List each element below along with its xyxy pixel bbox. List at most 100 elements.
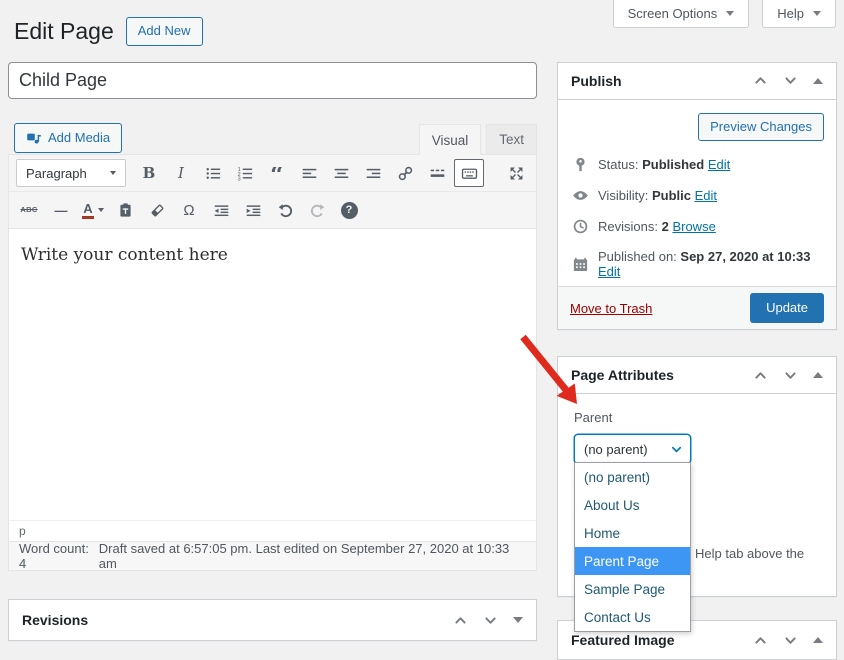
indent-button[interactable] xyxy=(238,196,268,224)
add-media-label: Add Media xyxy=(48,131,110,145)
screen-options-tab[interactable]: Screen Options xyxy=(613,0,750,28)
move-down-icon[interactable] xyxy=(783,368,798,383)
path-label[interactable]: p xyxy=(19,524,26,538)
page-attributes-panel-header[interactable]: Page Attributes xyxy=(558,357,836,394)
move-up-icon[interactable] xyxy=(753,368,768,383)
visibility-row: Visibility: Public Edit xyxy=(572,180,822,211)
format-select[interactable]: Paragraph xyxy=(16,159,126,187)
parent-select[interactable]: (no parent) xyxy=(574,434,691,464)
bold-button[interactable]: B xyxy=(134,159,164,187)
parent-option[interactable]: (no parent) xyxy=(575,463,690,491)
move-up-icon[interactable] xyxy=(753,73,768,88)
indent-icon xyxy=(245,202,262,219)
chevron-down-icon xyxy=(98,208,104,212)
parent-option[interactable]: Parent Page xyxy=(575,547,690,575)
move-to-trash-link[interactable]: Move to Trash xyxy=(570,301,652,316)
special-character-icon: Ω xyxy=(183,203,194,218)
browse-revisions-link[interactable]: Browse xyxy=(672,219,715,234)
align-center-button[interactable] xyxy=(326,159,356,187)
update-button[interactable]: Update xyxy=(750,293,824,323)
revisions-panel: Revisions xyxy=(8,599,537,641)
preview-changes-button[interactable]: Preview Changes xyxy=(698,113,824,141)
published-on-row: Published on: Sep 27, 2020 at 10:33 Edit xyxy=(572,242,822,286)
status-label: Status: xyxy=(598,157,638,172)
editor-toolbar-row-1: Paragraph BI “ xyxy=(9,155,536,191)
fullscreen-button[interactable] xyxy=(501,159,531,187)
parent-option[interactable]: About Us xyxy=(575,491,690,519)
eye-icon xyxy=(572,187,589,204)
redo-button[interactable] xyxy=(302,196,332,224)
help-label: Help xyxy=(777,6,804,21)
help-button[interactable]: ? xyxy=(334,196,364,224)
text-color-button[interactable]: A xyxy=(78,196,108,224)
align-left-icon xyxy=(301,165,318,182)
horizontal-rule-button[interactable]: — xyxy=(46,196,76,224)
title-input[interactable] xyxy=(8,62,537,99)
align-right-button[interactable] xyxy=(358,159,388,187)
visibility-label: Visibility: xyxy=(598,188,648,203)
revisions-value: 2 xyxy=(662,219,669,234)
text-color-icon: A xyxy=(82,202,93,219)
tab-visual[interactable]: Visual xyxy=(419,124,482,155)
add-new-button[interactable]: Add New xyxy=(126,17,203,45)
page-title: Edit Page xyxy=(14,18,114,46)
move-down-icon[interactable] xyxy=(783,633,798,648)
italic-button[interactable]: I xyxy=(166,159,196,187)
paste-as-text-button[interactable] xyxy=(110,196,140,224)
horizontal-rule-icon: — xyxy=(55,204,68,217)
insert-more-button[interactable] xyxy=(422,159,452,187)
toggle-panel-icon[interactable] xyxy=(813,637,823,643)
visibility-text: Visibility: Public Edit xyxy=(598,188,717,203)
move-up-icon[interactable] xyxy=(453,613,468,628)
visibility-edit-link[interactable]: Edit xyxy=(695,188,717,203)
link-icon xyxy=(397,165,414,182)
editor-header-row: Add Media Visual Text xyxy=(8,123,537,154)
save-status: Draft saved at 6:57:05 pm. Last edited o… xyxy=(99,541,526,571)
toggle-panel-icon[interactable] xyxy=(513,617,523,623)
page-attributes-panel-title: Page Attributes xyxy=(571,367,753,383)
content-editor: Paragraph BI “ ABC — A Ω? Write your content … xyxy=(8,154,537,571)
undo-button[interactable] xyxy=(270,196,300,224)
parent-option[interactable]: Sample Page xyxy=(575,575,690,603)
main-column: Edit Page Add New Add Media Visual Text … xyxy=(8,0,537,641)
screen-meta-links: Screen Options Help xyxy=(613,0,836,28)
status-edit-link[interactable]: Edit xyxy=(708,157,730,172)
editor-content-area[interactable]: Write your content here xyxy=(9,228,536,520)
published-on-label: Published on: xyxy=(598,249,677,264)
clear-formatting-button[interactable] xyxy=(142,196,172,224)
strikethrough-button[interactable]: ABC xyxy=(14,196,44,224)
add-media-button[interactable]: Add Media xyxy=(14,123,122,153)
move-down-icon[interactable] xyxy=(483,613,498,628)
bullet-list-button[interactable] xyxy=(198,159,228,187)
align-left-button[interactable] xyxy=(294,159,324,187)
published-on-edit-link[interactable]: Edit xyxy=(598,264,620,279)
special-character-button[interactable]: Ω xyxy=(174,196,204,224)
revisions-label: Revisions: xyxy=(598,219,658,234)
toolbar-toggle-button[interactable] xyxy=(454,159,484,187)
outdent-button[interactable] xyxy=(206,196,236,224)
toggle-panel-icon[interactable] xyxy=(813,78,823,84)
parent-dropdown-list: (no parent)About UsHomeParent PageSample… xyxy=(574,462,691,632)
parent-label: Parent xyxy=(574,410,820,425)
move-down-icon[interactable] xyxy=(783,73,798,88)
publish-panel-header[interactable]: Publish xyxy=(558,63,836,100)
move-up-icon[interactable] xyxy=(753,633,768,648)
publish-minor-actions: Preview Changes xyxy=(558,100,836,147)
media-icon xyxy=(26,130,42,146)
tab-text[interactable]: Text xyxy=(486,124,537,154)
editor-status-bar: Word count: 4 Draft saved at 6:57:05 pm.… xyxy=(9,541,536,570)
help-icon: ? xyxy=(341,202,358,219)
chevron-down-icon xyxy=(669,442,684,457)
published-on-value: Sep 27, 2020 at 10:33 xyxy=(680,249,810,264)
parent-option[interactable]: Contact Us xyxy=(575,603,690,631)
numbered-list-button[interactable] xyxy=(230,159,260,187)
toggle-panel-icon[interactable] xyxy=(813,372,823,378)
revisions-panel-header[interactable]: Revisions xyxy=(9,600,536,640)
parent-option[interactable]: Home xyxy=(575,519,690,547)
page-attributes-panel: Page Attributes Parent (no parent) Help … xyxy=(557,356,837,597)
blockquote-button[interactable]: “ xyxy=(262,159,292,187)
help-tab[interactable]: Help xyxy=(762,0,836,28)
calendar-icon xyxy=(572,256,589,273)
element-path-bar: p xyxy=(9,520,536,541)
link-button[interactable] xyxy=(390,159,420,187)
